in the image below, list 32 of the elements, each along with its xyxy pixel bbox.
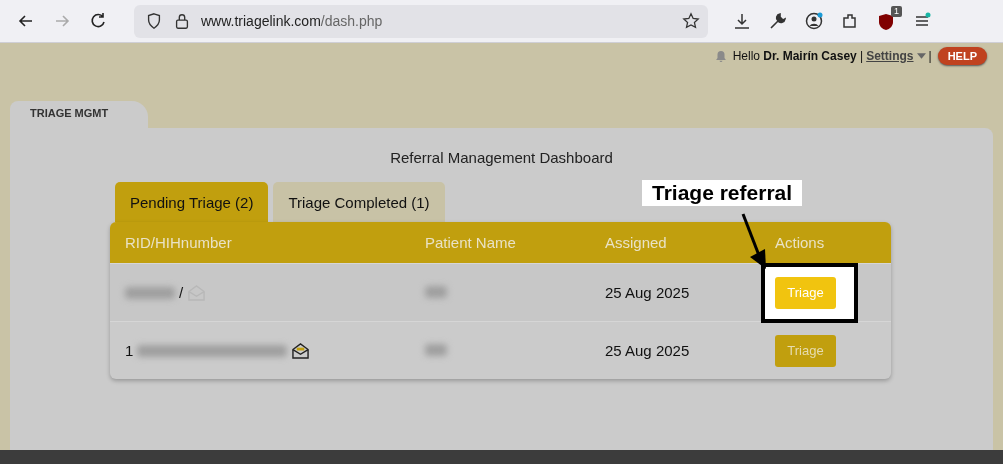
column-header: Patient Name (425, 234, 517, 251)
lock-icon[interactable] (173, 12, 191, 30)
blurred-text (425, 285, 447, 298)
blurred-text (125, 286, 175, 299)
column-header: Assigned (605, 234, 668, 251)
caret-icon[interactable] (916, 53, 926, 59)
address-bar[interactable]: www.triagelink.com/dash.php (134, 4, 708, 38)
rid-text: 1 (125, 342, 134, 359)
assigned-date: 25 Aug 2025 (605, 341, 690, 359)
shield-extension-icon[interactable] (876, 12, 896, 32)
separator-text: | (928, 49, 932, 63)
column-header: RID/HIHnumber (124, 234, 233, 251)
settings-link[interactable]: Settings (866, 49, 914, 63)
rid-text: / (179, 284, 184, 301)
help-button[interactable]: HELP (937, 47, 987, 65)
module-tab[interactable]: TRIAGE MGMT (10, 101, 148, 128)
account-icon[interactable] (804, 11, 824, 31)
wrench-icon[interactable] (768, 11, 788, 31)
column-header: Actions (775, 234, 826, 251)
greeting-text: Hello Dr. Mairín Casey | (732, 49, 864, 63)
tab[interactable]: Pending Triage (2) (115, 182, 269, 222)
download-icon[interactable] (732, 11, 752, 31)
annotation-label: Triage referral (642, 180, 803, 206)
dashboard-title: Referral Management Dashboard (390, 149, 613, 166)
star-icon[interactable] (682, 12, 700, 30)
envelope-icon[interactable] (291, 342, 311, 359)
tab[interactable]: Triage Completed (1) (273, 182, 445, 222)
extension-badge: 1 (891, 6, 902, 17)
url-text[interactable]: www.triagelink.com/dash.php (201, 13, 682, 29)
shield-icon[interactable] (145, 12, 163, 30)
assigned-date: 25 Aug 2025 (605, 283, 690, 301)
blurred-text (425, 343, 447, 356)
